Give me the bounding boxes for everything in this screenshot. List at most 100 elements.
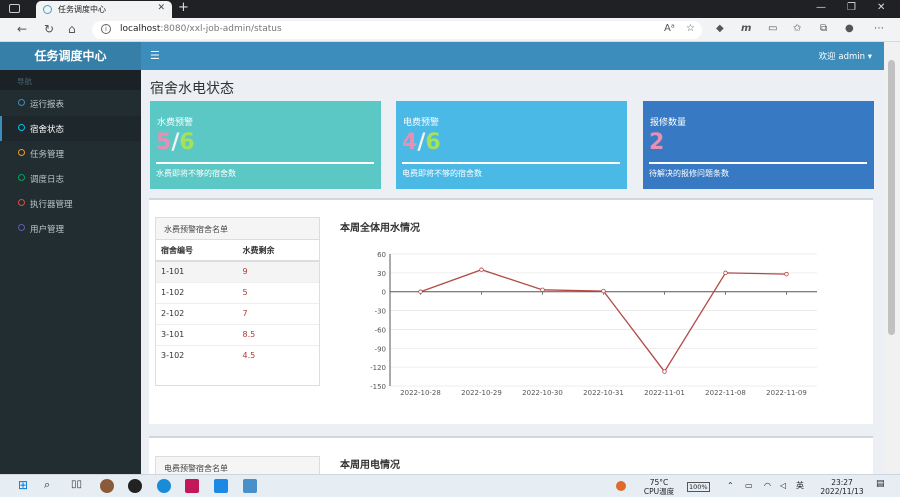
network-icon[interactable]: ▭ [745, 481, 753, 490]
site-info-icon[interactable]: i [101, 24, 111, 34]
wifi-icon[interactable]: ◠ [764, 481, 771, 490]
task-view-icon[interactable]: ▯▯ [71, 479, 85, 493]
sidebar: 导航 运行报表 宿舍状态 任务管理 调度日志 执行器管理 用户管理 [0, 70, 141, 474]
sidebar-item-user-manage[interactable]: 用户管理 [0, 216, 141, 241]
url-field[interactable]: i localhost:8080/xxl-job-admin/status [92, 21, 702, 39]
search-icon[interactable]: ⌕ [44, 478, 58, 492]
data-point [540, 287, 545, 293]
sidebar-item-executor-manage[interactable]: 执行器管理 [0, 191, 141, 216]
scrollbar-thumb[interactable] [888, 60, 895, 335]
clock-date: 2022/11/13 [820, 487, 864, 496]
box-value-a: 2 [649, 130, 665, 155]
box-description: 待解决的报修问题条数 [649, 169, 729, 178]
x-tick-label: 2022-11-08 [705, 389, 746, 397]
jetbrains-icon[interactable] [185, 479, 199, 493]
box-value-a: 5 [156, 130, 172, 155]
collections-icon[interactable]: ⧉ [820, 23, 827, 34]
circle-icon [18, 199, 25, 206]
windows-start-icon[interactable]: ⊞ [18, 478, 32, 492]
circle-icon [18, 99, 25, 106]
circle-icon [18, 124, 25, 131]
x-tick-label: 2022-11-09 [766, 389, 807, 397]
sidebar-item-label: 用户管理 [30, 225, 65, 235]
sidebar-header: 导航 [0, 70, 141, 90]
edge-icon[interactable] [157, 479, 171, 493]
split-screen-icon[interactable]: ▭ [768, 23, 777, 34]
y-tick-label: -30 [375, 308, 386, 316]
box-progress-bar [156, 162, 374, 164]
tray-chevron-icon[interactable]: ⌃ [727, 481, 734, 490]
box-value-b: 6 [425, 130, 441, 155]
sidebar-item-label: 任务管理 [30, 150, 65, 160]
window-menu-icon[interactable] [9, 4, 20, 13]
browser-tab[interactable]: 任务调度中心 ✕ [36, 1, 172, 18]
sidebar-item-label: 运行报表 [30, 100, 65, 110]
page-scrollbar[interactable] [884, 42, 900, 474]
sidebar-item-dorm-status[interactable]: 宿舍状态 [0, 116, 141, 141]
x-tick-label: 2022-10-29 [461, 389, 502, 397]
favicon-icon [43, 5, 52, 14]
clock[interactable]: 23:27 2022/11/13 [820, 478, 864, 496]
top-navbar: ☰ 欢迎 admin ▾ [141, 42, 884, 70]
extension-m-icon[interactable]: m [741, 23, 751, 34]
circle-icon [18, 174, 25, 181]
favorites-icon[interactable]: ✩ [793, 23, 801, 34]
app-avatar-icon[interactable] [100, 479, 114, 493]
y-tick-label: 0 [382, 289, 386, 297]
reload-icon[interactable]: ↻ [44, 22, 54, 36]
profile-avatar-icon[interactable]: ● [845, 23, 854, 34]
user-menu[interactable]: 欢迎 admin ▾ [819, 50, 872, 62]
home-icon[interactable]: ⌂ [68, 22, 76, 36]
more-menu-icon[interactable]: ⋯ [874, 23, 884, 34]
url-text: localhost:8080/xxl-job-admin/status [120, 24, 282, 34]
mail-icon[interactable] [214, 479, 228, 493]
restore-icon[interactable]: ❐ [847, 2, 856, 13]
box-progress-bar [649, 162, 867, 164]
sidebar-item-run-report[interactable]: 运行报表 [0, 91, 141, 116]
y-tick-label: 60 [377, 251, 386, 259]
github-icon[interactable] [128, 479, 142, 493]
data-point [723, 270, 728, 276]
url-path: :8080/xxl-job-admin/status [160, 24, 282, 34]
box-description: 电费即将不够的宿舍数 [402, 169, 482, 178]
y-tick-label: 30 [377, 270, 386, 278]
x-tick-label: 2022-10-28 [400, 389, 441, 397]
favorite-add-icon[interactable]: ☆ [686, 23, 695, 34]
minimize-icon[interactable]: — [816, 2, 826, 13]
close-tab-icon[interactable]: ✕ [157, 3, 165, 13]
temperature-widget[interactable]: 75°C CPU温度 [642, 478, 676, 496]
new-tab-icon[interactable]: + [178, 0, 189, 15]
box-number: 2 [649, 130, 664, 155]
tab-title: 任务调度中心 [58, 5, 106, 14]
data-point [601, 288, 606, 294]
notification-icon[interactable]: ▤ [876, 480, 885, 489]
app-logo[interactable]: 任务调度中心 [0, 42, 141, 70]
caret-down-icon: ▾ [867, 52, 872, 62]
read-aloud-icon[interactable]: Aᵃ [664, 23, 675, 34]
box-title: 电费预警 [403, 118, 440, 128]
electric-panel: 电费预警宿舍名单 本周用电情况 [149, 436, 873, 486]
page-title: 宿舍水电状态 [150, 81, 234, 97]
data-point [479, 267, 484, 272]
sidebar-toggle-icon[interactable]: ☰ [150, 49, 160, 62]
electric-warning-box: 电费预警 4/6 电费即将不够的宿舍数 [396, 101, 627, 189]
battery-indicator[interactable]: 100% [687, 482, 710, 492]
ime-icon[interactable]: 英 [796, 481, 804, 490]
volume-icon[interactable]: ◁ [780, 481, 786, 490]
close-window-icon[interactable]: ✕ [877, 2, 885, 13]
water-usage-chart: 60 30 0 -30 -60 -90 -120 -150 2022-10-28 2022-10-… [370, 251, 817, 397]
app-window-icon[interactable] [243, 479, 257, 493]
electric-chart-title: 本周用电情况 [340, 460, 400, 471]
box-title: 报修数量 [650, 118, 687, 128]
sidebar-item-task-manage[interactable]: 任务管理 [0, 141, 141, 166]
user-menu-label: 欢迎 admin [818, 52, 866, 62]
extension-shield-icon[interactable]: ◆ [716, 23, 724, 34]
series-line [420, 269, 787, 373]
data-point [784, 271, 789, 277]
sidebar-item-schedule-log[interactable]: 调度日志 [0, 166, 141, 191]
weather-icon[interactable] [616, 481, 626, 491]
back-icon[interactable]: ← [17, 22, 27, 36]
url-host: localhost [120, 24, 161, 34]
repair-count-box: 报修数量 2 待解决的报修问题条数 [643, 101, 874, 189]
circle-icon [18, 224, 25, 231]
